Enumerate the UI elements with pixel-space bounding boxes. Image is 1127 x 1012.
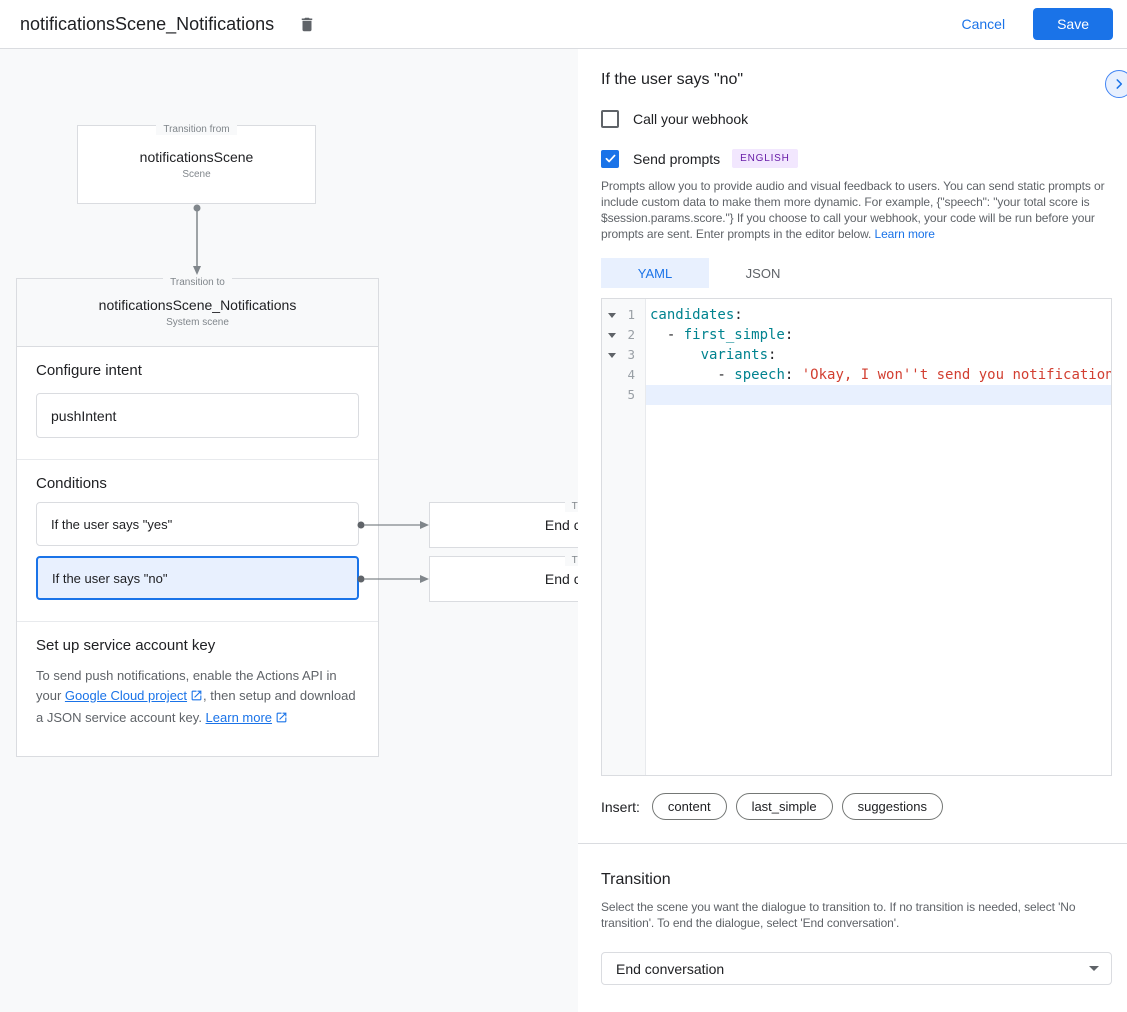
insert-last-simple-chip[interactable]: last_simple [736,793,833,820]
configure-intent-label: Configure intent [36,362,359,379]
condition-title: If the user says "no" [601,71,743,89]
scene-node-card: Transition to notificationsScene_Notific… [16,278,379,757]
insert-row: Insert: content last_simple suggestions [601,793,1112,820]
insert-content-chip[interactable]: content [652,793,727,820]
editor-line-number[interactable]: 2 [602,325,645,345]
configure-intent-section: Configure intent pushIntent [17,347,378,460]
insert-suggestions-chip[interactable]: suggestions [842,793,943,820]
send-prompts-label: Send prompts [633,151,720,167]
editor-code-line[interactable]: - first_simple: [646,325,1111,345]
external-link-icon [275,712,288,727]
dropdown-caret-icon [1089,966,1099,971]
scene-diagram-canvas[interactable]: Transition from notificationsScene Scene… [0,49,578,1012]
prompt-code-editor[interactable]: 12345 candidates: - first_simple: varian… [601,298,1112,776]
cancel-button[interactable]: Cancel [961,16,1005,32]
service-account-text: To send push notifications, enable the A… [36,666,359,730]
fold-arrow-icon[interactable] [608,333,616,338]
from-node-subtitle: Scene [182,169,210,180]
chevron-right-icon [1112,77,1126,91]
scene-subtitle: System scene [166,317,229,328]
transition-select[interactable]: End conversation [601,952,1112,985]
editor-line-number[interactable]: 1 [602,305,645,325]
service-account-section: Set up service account key To send push … [17,622,378,756]
service-learn-more-link[interactable]: Learn more [206,710,288,725]
from-node-title: notificationsScene [140,149,254,165]
transition-description: Select the scene you want the dialogue t… [601,899,1112,931]
editor-line-number: 5 [602,385,645,405]
tab-json[interactable]: JSON [709,258,817,288]
editor-code-line[interactable]: candidates: [646,305,1111,325]
editor-line-number[interactable]: 3 [602,345,645,365]
language-badge: ENGLISH [732,149,798,168]
section-divider [578,843,1127,844]
editor-code-line[interactable]: variants: [646,345,1111,365]
page-title: notificationsScene_Notifications [20,14,274,35]
editor-code-line[interactable] [646,385,1111,405]
prompts-learn-more-link[interactable]: Learn more [875,227,935,241]
node-border-label: Transition from [78,119,315,135]
send-prompts-checkbox[interactable] [601,150,619,168]
insert-label: Insert: [601,799,640,815]
google-cloud-project-link[interactable]: Google Cloud project [65,688,203,703]
condition-row-yes[interactable]: If the user says "yes" [36,502,359,546]
send-prompts-row: Send prompts ENGLISH [601,149,1112,168]
transition-title: Transition [601,871,1112,889]
save-button[interactable]: Save [1033,8,1113,40]
transition-select-value: End conversation [616,961,724,977]
delete-scene-button[interactable] [294,11,320,38]
check-icon [604,152,617,165]
call-webhook-checkbox[interactable] [601,110,619,128]
prompts-description: Prompts allow you to provide audio and v… [601,178,1112,242]
scene-card-header: notificationsScene_Notifications System … [17,279,378,347]
intent-push-intent[interactable]: pushIntent [36,393,359,438]
condition-row-no[interactable]: If the user says "no" [36,556,359,600]
editor-format-tabs: YAML JSON [601,258,1112,288]
app-window: notificationsScene_Notifications Cancel … [0,0,1127,1012]
call-webhook-label: Call your webhook [633,111,748,127]
service-account-title: Set up service account key [36,637,359,654]
transition-connector-arrow [191,203,203,277]
scene-title: notificationsScene_Notifications [99,297,297,313]
external-link-icon [190,690,203,705]
collapse-panel-button[interactable] [1105,70,1127,98]
fold-arrow-icon[interactable] [608,313,616,318]
editor-line-number: 4 [602,365,645,385]
editor-gutter: 12345 [602,299,646,775]
conditions-section: Conditions If the user says "yes" If the… [17,460,378,622]
fold-arrow-icon[interactable] [608,353,616,358]
editor-code-area[interactable]: candidates: - first_simple: variants: - … [646,299,1111,775]
editor-code-line[interactable]: - speech: 'Okay, I won''t send you notif… [646,365,1111,385]
conditions-label: Conditions [36,475,359,492]
webhook-row: Call your webhook [601,110,1112,128]
transition-from-node[interactable]: Transition from notificationsScene Scene [77,125,316,204]
condition-detail-panel: If the user says "no" Call your webhook … [578,49,1127,1012]
top-bar: notificationsScene_Notifications Cancel … [0,0,1127,49]
trash-icon [298,15,316,34]
tab-yaml[interactable]: YAML [601,258,709,288]
